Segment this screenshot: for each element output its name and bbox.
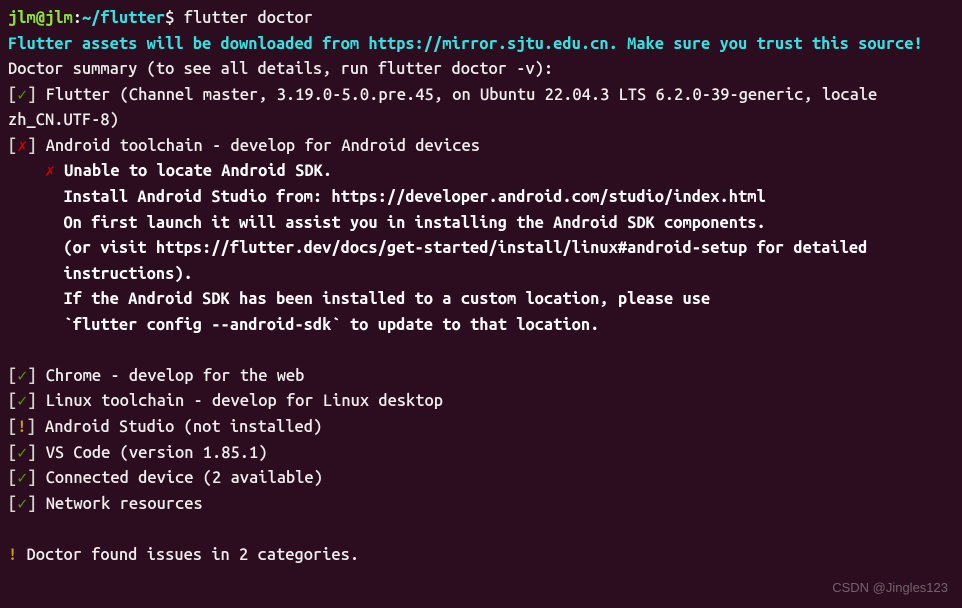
terminal-output: jlm@jlm:~/flutter$ flutter doctor Flutte… bbox=[8, 6, 956, 568]
android-sub3: On first launch it will assist you in in… bbox=[8, 211, 956, 237]
prompt-line[interactable]: jlm@jlm:~/flutter$ flutter doctor bbox=[8, 6, 956, 32]
check-android-studio: [!] Android Studio (not installed) bbox=[8, 415, 956, 441]
check-android-text: Android toolchain - develop for Android … bbox=[46, 137, 480, 155]
blank-line bbox=[8, 517, 956, 543]
cross-icon: ✗ bbox=[17, 137, 27, 155]
command-text bbox=[174, 9, 183, 27]
prompt-sep: : bbox=[73, 9, 82, 27]
doctor-footer: ! Doctor found issues in 2 categories. bbox=[8, 543, 956, 569]
check-icon: ✓ bbox=[17, 469, 27, 487]
check-icon: ✓ bbox=[17, 444, 27, 462]
download-message: Flutter assets will be downloaded from h… bbox=[8, 32, 956, 58]
prompt-user: jlm@jlm bbox=[8, 9, 73, 27]
warning-icon: ! bbox=[17, 418, 26, 436]
command: flutter doctor bbox=[184, 9, 313, 27]
android-sub5: If the Android SDK has been installed to… bbox=[8, 287, 956, 313]
android-sub2: Install Android Studio from: https://dev… bbox=[8, 185, 956, 211]
prompt-dollar: $ bbox=[165, 9, 174, 27]
check-network: [✓] Network resources bbox=[8, 492, 956, 518]
check-vscode: [✓] VS Code (version 1.85.1) bbox=[8, 441, 956, 467]
check-icon: ✓ bbox=[17, 495, 27, 513]
doctor-summary-header: Doctor summary (to see all details, run … bbox=[8, 57, 956, 83]
check-linux-toolchain: [✓] Linux toolchain - develop for Linux … bbox=[8, 389, 956, 415]
check-android-toolchain: [✗] Android toolchain - develop for Andr… bbox=[8, 134, 956, 160]
check-flutter-text: Flutter (Channel master, 3.19.0-5.0.pre.… bbox=[8, 86, 887, 130]
watermark: CSDN @Jingles123 bbox=[832, 578, 948, 598]
android-sub6: `flutter config --android-sdk` to update… bbox=[8, 313, 956, 339]
check-icon: ✓ bbox=[17, 367, 27, 385]
check-connected: [✓] Connected device (2 available) bbox=[8, 466, 956, 492]
check-icon: ✓ bbox=[17, 392, 27, 410]
android-sub1: ✗ Unable to locate Android SDK. bbox=[8, 159, 956, 185]
check-chrome: [✓] Chrome - develop for the web bbox=[8, 364, 956, 390]
prompt-path: ~/flutter bbox=[82, 9, 165, 27]
check-flutter: [✓] Flutter (Channel master, 3.19.0-5.0.… bbox=[8, 83, 956, 134]
cross-icon: ✗ bbox=[45, 162, 55, 180]
check-icon: ✓ bbox=[17, 86, 27, 104]
blank-line bbox=[8, 338, 956, 364]
warning-icon: ! bbox=[8, 546, 17, 564]
android-sub4: (or visit https://flutter.dev/docs/get-s… bbox=[8, 236, 956, 287]
